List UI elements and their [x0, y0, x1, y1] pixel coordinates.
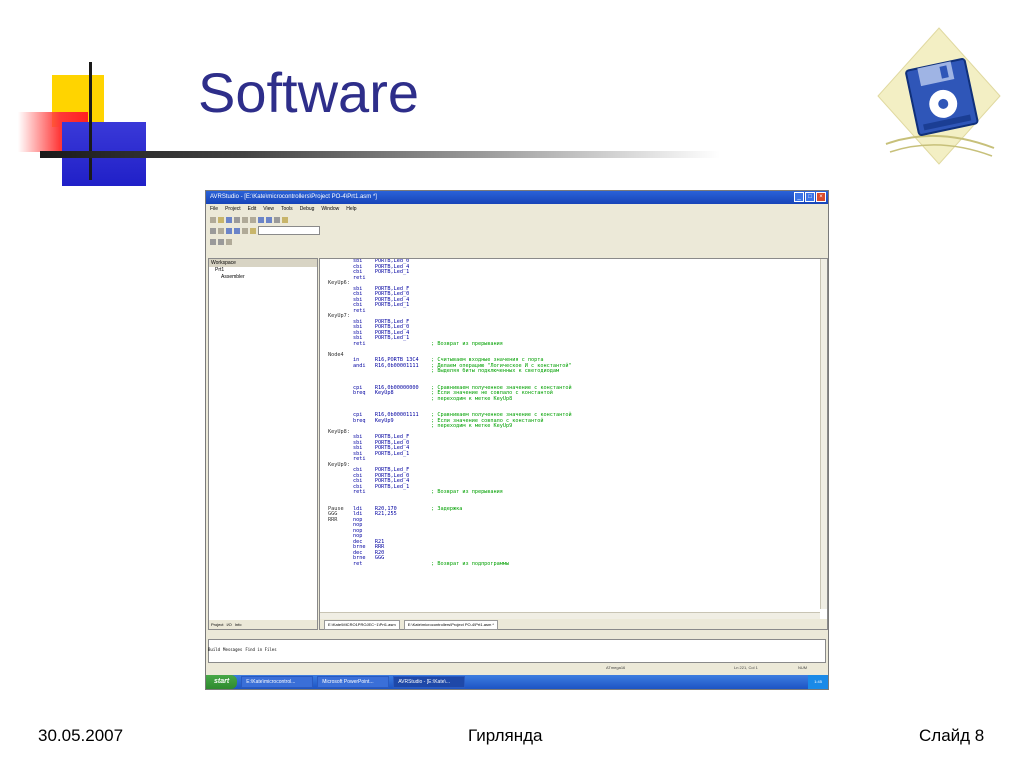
- menu-bar: File Project Edit View Tools Debug Windo…: [206, 204, 828, 214]
- register-icon[interactable]: [226, 238, 232, 245]
- tab-find-in-files[interactable]: Find in Files: [245, 647, 276, 652]
- step-into-icon[interactable]: [226, 227, 232, 234]
- menu-project[interactable]: Project: [225, 204, 241, 214]
- status-position: Ln 221, Col 1: [734, 665, 758, 670]
- footer-slide-number: Слайд 8: [919, 726, 985, 745]
- code-opcode: ret: [353, 560, 375, 567]
- copy-icon[interactable]: [242, 216, 248, 223]
- menu-help[interactable]: Help: [346, 204, 356, 214]
- build-icon[interactable]: [282, 216, 288, 223]
- decor-vertical-line: [89, 62, 92, 180]
- debug-stop-icon[interactable]: [218, 227, 224, 234]
- cut-icon[interactable]: [234, 216, 240, 223]
- debug-start-icon[interactable]: [210, 227, 216, 234]
- status-num: NUM: [798, 665, 808, 670]
- window-titlebar: AVRStudio - [E:\Kate\microcontrollers\Pr…: [206, 191, 828, 204]
- editor-tabs: E:\Kate\MICRO1PROJEC~1\Prt1.asm E:\Kate\…: [320, 619, 827, 630]
- footer-date: 30.05.2007: [38, 726, 124, 745]
- output-tabs: Build Messages Find in Files: [208, 647, 277, 652]
- horizontal-scrollbar[interactable]: [320, 612, 820, 619]
- tab-project[interactable]: Project: [211, 620, 223, 629]
- memory-icon[interactable]: [218, 238, 224, 245]
- tab-io[interactable]: I/O: [226, 620, 231, 629]
- redo-icon[interactable]: [266, 216, 272, 223]
- workspace-header: Workspace: [209, 259, 317, 267]
- code-editor[interactable]: sbi PORTB,Led_0 cbi PORTB,Led_4 cbi PORT…: [319, 258, 828, 630]
- start-button[interactable]: start: [206, 675, 238, 689]
- code-listing[interactable]: sbi PORTB,Led_0 cbi PORTB,Led_4 cbi PORT…: [328, 259, 813, 609]
- menu-view[interactable]: View: [263, 204, 274, 214]
- toolbar-2: [206, 225, 828, 236]
- code-comment: ; Возврат из подпрограммы: [431, 560, 510, 567]
- code-operand: [375, 561, 431, 567]
- footer-title: Гирлянда: [468, 726, 543, 745]
- menu-debug[interactable]: Debug: [300, 204, 315, 214]
- step-out-icon[interactable]: [242, 227, 248, 234]
- system-tray-clock: 1:45: [808, 675, 828, 689]
- main-area: Workspace Prt1 Assembler Project I/O Inf…: [206, 258, 828, 630]
- tab-messages[interactable]: Messages: [223, 647, 242, 652]
- undo-icon[interactable]: [258, 216, 264, 223]
- workspace-panel: Workspace Prt1 Assembler Project I/O Inf…: [208, 258, 318, 630]
- menu-file[interactable]: File: [210, 204, 218, 214]
- maximize-button[interactable]: □: [805, 192, 815, 202]
- code-comment: ; переходим к метке KeyUp8: [431, 395, 513, 402]
- workspace-tabs: Project I/O Info: [209, 620, 317, 629]
- menu-tools[interactable]: Tools: [281, 204, 293, 214]
- view-icon[interactable]: [210, 238, 216, 245]
- find-icon[interactable]: [274, 216, 280, 223]
- avr-studio-screenshot: AVRStudio - [E:\Kate\microcontrollers\Pr…: [205, 190, 829, 690]
- code-comment: ; Возврат из прерывания: [431, 340, 503, 347]
- tab-info[interactable]: Info: [235, 620, 242, 629]
- code-comment: ; Выделяя биты подключенных к светодиода…: [431, 368, 560, 374]
- save-icon[interactable]: [226, 216, 232, 223]
- close-button[interactable]: ×: [816, 192, 826, 202]
- decor-horizontal-line: [40, 151, 720, 158]
- code-comment: ; Возврат из прерывания: [431, 489, 503, 495]
- code-comment: ; переходим к метке KeyUp9: [431, 423, 513, 429]
- editor-tab-2[interactable]: E:\Kate\microcontrollers\Project PO-4\Pr…: [403, 620, 498, 630]
- vertical-scrollbar[interactable]: [820, 259, 827, 609]
- code-label: [328, 561, 353, 567]
- window-title: AVRStudio - [E:\Kate\microcontrollers\Pr…: [210, 194, 377, 200]
- new-file-icon[interactable]: [210, 216, 216, 223]
- taskbar-item-avrstudio[interactable]: AVRStudio - [E:\Kate\...: [393, 676, 466, 688]
- editor-tab-1[interactable]: E:\Kate\MICRO1PROJEC~1\Prt1.asm: [324, 620, 400, 630]
- taskbar-item-powerpoint[interactable]: Microsoft PowerPoint...: [317, 676, 390, 688]
- menu-window[interactable]: Window: [321, 204, 339, 214]
- paste-icon[interactable]: [250, 216, 256, 223]
- taskbar-item-explorer[interactable]: E:\Kate\microcontrol...: [241, 676, 314, 688]
- toolbar-3: [206, 236, 828, 247]
- menu-edit[interactable]: Edit: [248, 204, 257, 214]
- tree-item-project[interactable]: Prt1: [209, 267, 317, 274]
- minimize-button[interactable]: _: [794, 192, 804, 202]
- windows-taskbar: start E:\Kate\microcontrol... Microsoft …: [206, 675, 828, 689]
- code-line: ret ; Возврат из подпрограммы: [328, 560, 813, 568]
- toolbar-combo[interactable]: [258, 226, 320, 235]
- open-file-icon[interactable]: [218, 216, 224, 223]
- output-panel[interactable]: [208, 639, 826, 663]
- floppy-disk-icon: [876, 26, 1002, 166]
- breakpoint-icon[interactable]: [250, 227, 256, 234]
- tab-build[interactable]: Build: [208, 647, 220, 652]
- tree-item-assembler[interactable]: Assembler: [209, 274, 317, 281]
- step-over-icon[interactable]: [234, 227, 240, 234]
- toolbar-1: [206, 214, 828, 225]
- slide-title: Software: [198, 61, 419, 124]
- status-device: ATmega16: [606, 665, 626, 670]
- status-bar: ATmega16 Ln 221, Col 1 NUM: [206, 663, 828, 672]
- code-comment: ; Задержка: [431, 505, 463, 512]
